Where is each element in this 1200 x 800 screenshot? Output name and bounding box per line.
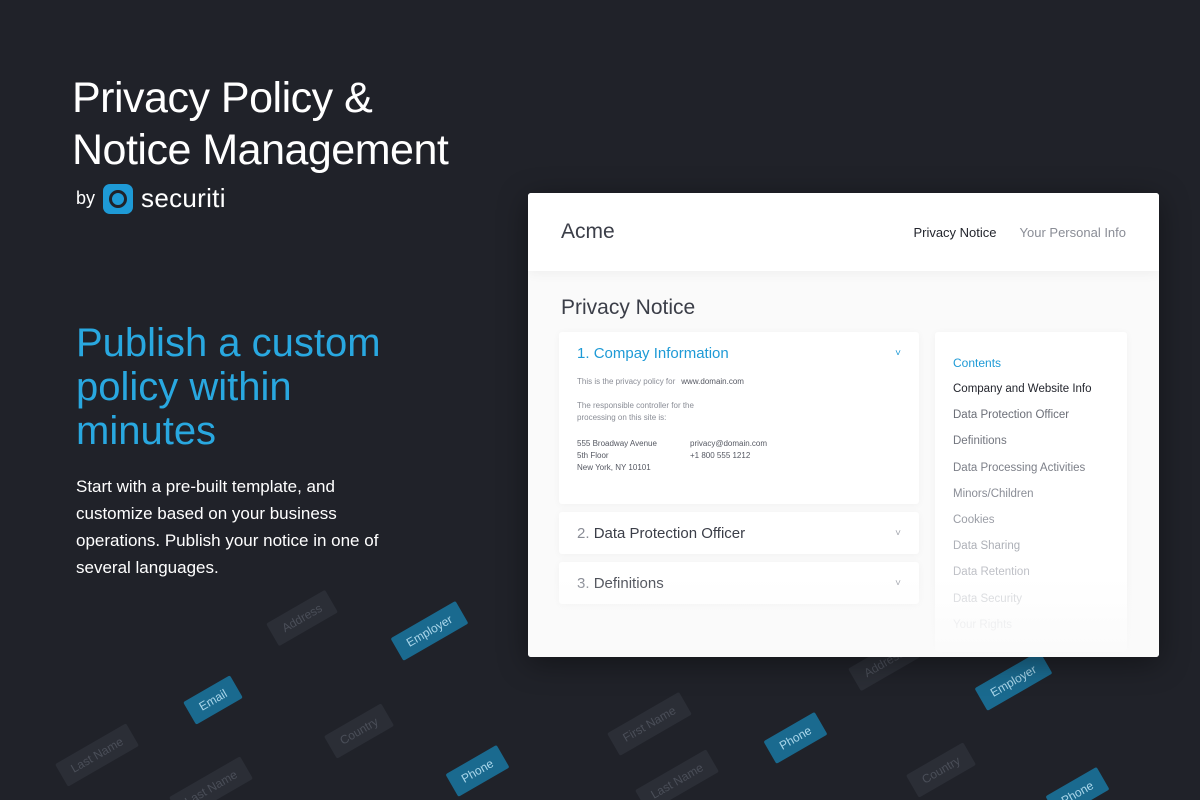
section-definitions: 3. Definitions ˅	[559, 562, 919, 604]
bg-tag: Address	[266, 589, 338, 647]
section-body: This is the privacy policy for www.domai…	[559, 376, 919, 504]
chevron-up-icon[interactable]: ˅	[895, 348, 901, 359]
policy-domain: www.domain.com	[681, 377, 744, 386]
site-brand[interactable]: Acme	[561, 220, 615, 244]
section-header[interactable]: 3. Definitions ˅	[559, 562, 919, 604]
tagline-line: minutes	[76, 409, 217, 453]
card-header: Acme Privacy Notice Your Personal Info	[528, 193, 1159, 271]
bg-tag: Email	[183, 675, 243, 725]
bg-tag: Phone	[1045, 767, 1110, 800]
page-title: Privacy Notice	[561, 296, 696, 319]
bg-tag: Last Name	[54, 723, 140, 787]
bg-tag: Employer	[390, 601, 469, 661]
headline-line: Notice Management	[72, 126, 449, 174]
chevron-down-icon[interactable]: ˅	[895, 578, 901, 589]
privacy-notice-preview-card: Acme Privacy Notice Your Personal Info P…	[528, 193, 1159, 657]
chevron-down-icon[interactable]: ˅	[895, 528, 901, 539]
toc-item[interactable]: Data Security	[953, 591, 1109, 617]
controller-text: The responsible controller for the proce…	[577, 401, 694, 422]
toc-item[interactable]: Data Sharing	[953, 538, 1109, 564]
hero-headline: Privacy Policy & Notice Management	[72, 72, 449, 176]
address-block: 555 Broadway Avenue 5th Floor New York, …	[577, 439, 657, 472]
tagline: Publish a custom policy within minutes	[76, 321, 456, 453]
toc-item[interactable]: Data Processing Activities	[953, 460, 1109, 486]
tagline-line: policy within	[76, 365, 292, 409]
contact-email: privacy@domain.com	[690, 439, 768, 448]
bg-tag: Employer	[974, 651, 1053, 711]
brand-byline: by securiti	[76, 183, 226, 214]
toc-item[interactable]: Minors/Children	[953, 486, 1109, 512]
toc-item[interactable]: Data Retention	[953, 564, 1109, 590]
toc-item[interactable]: Company and Website Info	[953, 381, 1109, 407]
policy-label: This is the privacy policy for	[577, 377, 676, 386]
section-company-information: 1. Compay Information ˅ This is the priv…	[559, 332, 919, 504]
tagline-line: Publish a custom	[76, 321, 381, 365]
contact-phone: +1 800 555 1212	[690, 451, 751, 460]
section-title: 1. Compay Information	[577, 344, 729, 362]
securiti-logo-icon	[103, 183, 134, 214]
toc-item[interactable]: Data Protection Officer	[953, 407, 1109, 433]
headline-line: Privacy Policy &	[72, 74, 373, 122]
section-title: 2. Data Protection Officer	[577, 524, 746, 542]
toc-item[interactable]: Your Rights	[953, 617, 1109, 643]
nav-privacy-notice[interactable]: Privacy Notice	[913, 225, 996, 240]
nav-your-personal-info[interactable]: Your Personal Info	[1020, 225, 1126, 240]
table-of-contents: Contents Company and Website Info Data P…	[935, 332, 1127, 652]
toc-heading: Contents	[953, 356, 1002, 370]
description: Start with a pre-built template, and cus…	[76, 477, 379, 577]
brand-name: securiti	[141, 183, 226, 213]
section-data-protection-officer: 2. Data Protection Officer ˅	[559, 512, 919, 554]
by-label: by	[76, 188, 96, 208]
bg-tag: Country	[905, 742, 977, 798]
bg-tag: Last Name	[168, 756, 254, 800]
section-header[interactable]: 1. Compay Information ˅	[559, 332, 919, 374]
contact-block: privacy@domain.com +1 800 555 1212	[690, 438, 767, 474]
site-nav: Privacy Notice Your Personal Info	[913, 225, 1126, 240]
bg-tag: First Name	[607, 692, 692, 756]
bg-tag: Last Name	[634, 749, 720, 800]
section-title: 3. Definitions	[577, 574, 664, 592]
section-header[interactable]: 2. Data Protection Officer ˅	[559, 512, 919, 554]
toc-item[interactable]: Definitions	[953, 433, 1109, 459]
bg-tag: Phone	[445, 745, 510, 797]
bg-tag: Country	[323, 703, 395, 759]
notice-sections: 1. Compay Information ˅ This is the priv…	[559, 332, 919, 612]
toc-item[interactable]: Cookies	[953, 512, 1109, 538]
bg-tag: Phone	[763, 712, 828, 764]
